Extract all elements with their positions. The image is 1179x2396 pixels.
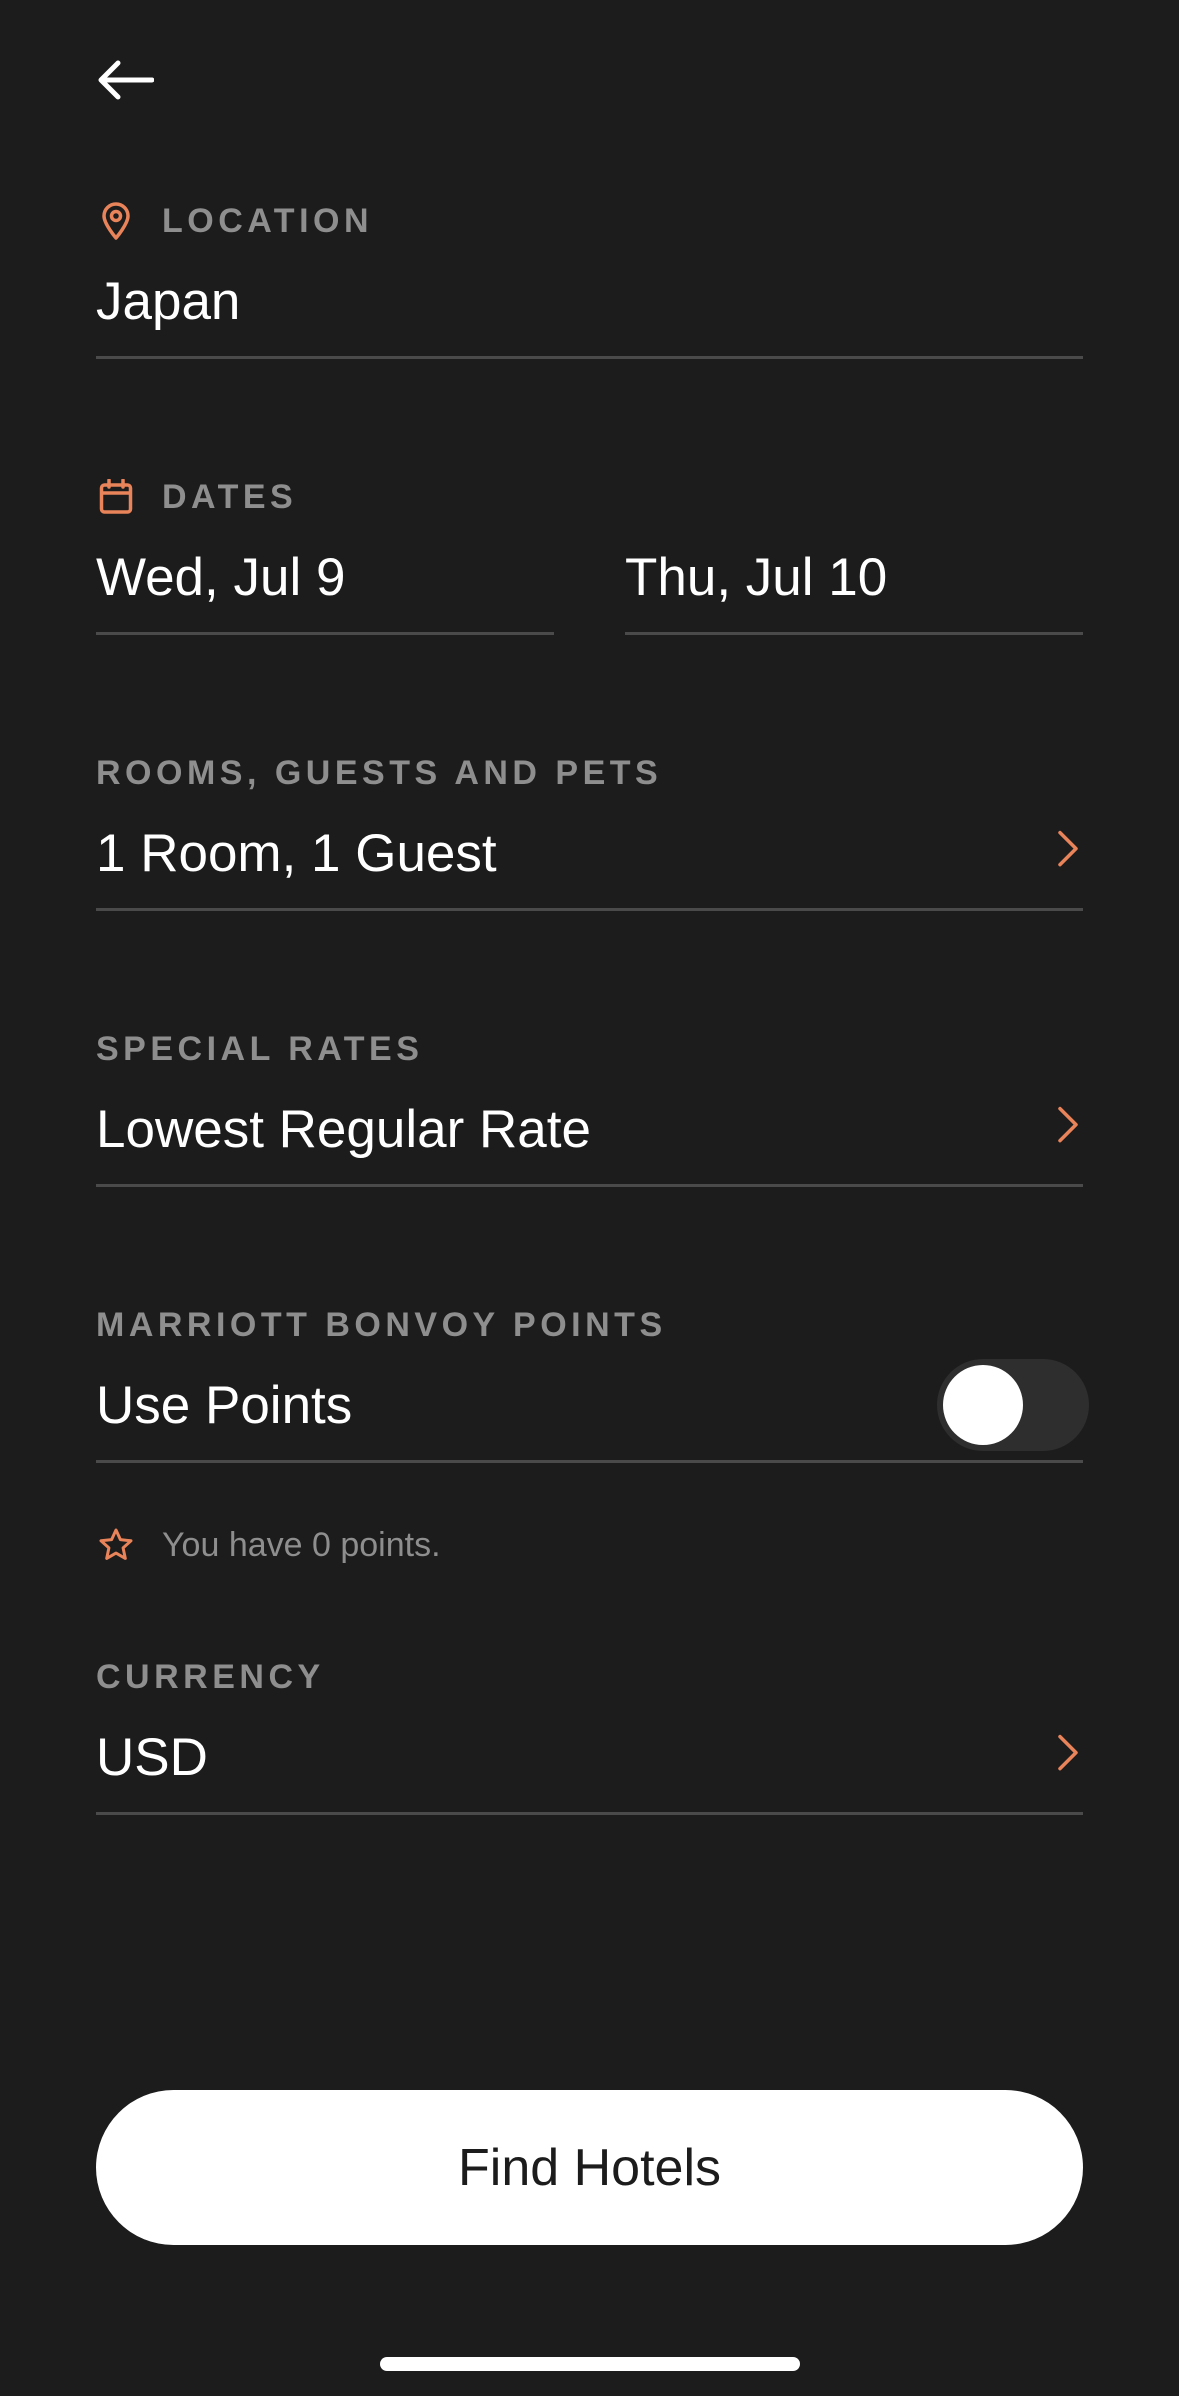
location-section[interactable]: LOCATION Japan [96,196,1083,359]
currency-divider [96,1812,1083,1815]
check-in-divider [96,632,554,635]
location-divider [96,356,1083,359]
rooms-label: ROOMS, GUESTS AND PETS [96,753,663,792]
toggle-knob [943,1365,1023,1445]
points-divider [96,1460,1083,1463]
dates-label: DATES [162,477,298,516]
rooms-value: 1 Room, 1 Guest [96,823,497,883]
location-value: Japan [96,271,241,331]
find-hotels-button[interactable]: Find Hotels [96,2090,1083,2245]
rooms-divider [96,908,1083,911]
chevron-right-icon [1053,1103,1083,1147]
check-out-value: Thu, Jul 10 [625,547,888,607]
check-out-date[interactable]: Thu, Jul 10 [625,522,1083,635]
use-points-toggle[interactable] [937,1359,1089,1451]
points-note-text: You have 0 points. [162,1525,441,1564]
check-out-divider [625,632,1083,635]
search-screen: LOCATION Japan DATES Wed, Jul 9 Thu, Jul… [0,0,1179,2396]
points-note: You have 0 points. [96,1520,441,1570]
calendar-icon [96,477,136,517]
special-rates-section[interactable]: SPECIAL RATES Lowest Regular Rate [96,1024,1083,1187]
star-icon [96,1525,136,1565]
arrow-left-icon [96,60,155,105]
chevron-right-icon [1053,827,1083,871]
chevron-right-icon [1053,1731,1083,1775]
currency-section[interactable]: CURRENCY USD [96,1652,1083,1815]
dates-section: DATES Wed, Jul 9 Thu, Jul 10 [96,472,1083,635]
special-rates-label: SPECIAL RATES [96,1029,424,1068]
rooms-section[interactable]: ROOMS, GUESTS AND PETS 1 Room, 1 Guest [96,748,1083,911]
back-button[interactable] [96,55,166,110]
currency-label: CURRENCY [96,1657,325,1696]
check-in-value: Wed, Jul 9 [96,547,346,607]
special-rates-divider [96,1184,1083,1187]
points-label: MARRIOTT BONVOY POINTS [96,1305,667,1344]
location-label: LOCATION [162,201,374,240]
points-value: Use Points [96,1375,353,1435]
special-rates-value: Lowest Regular Rate [96,1099,591,1159]
check-in-date[interactable]: Wed, Jul 9 [96,522,554,635]
points-section: MARRIOTT BONVOY POINTS Use Points [96,1300,1089,1463]
map-pin-icon [96,201,136,241]
home-indicator[interactable] [380,2357,800,2371]
currency-value: USD [96,1727,208,1787]
